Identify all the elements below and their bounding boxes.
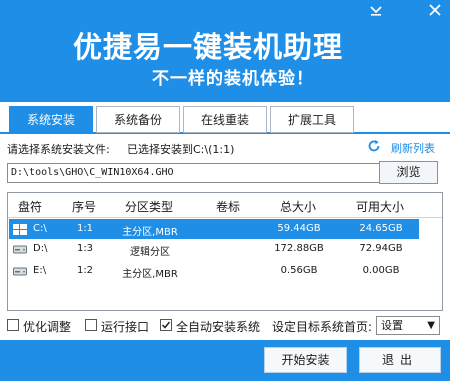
selection-prompt: 请选择系统安装文件: [7, 143, 110, 156]
partition-row[interactable]: E:\ 1:2 主分区,MBR 0.56GB 0.00GB [9, 261, 419, 281]
optimize-checkbox[interactable] [7, 319, 19, 331]
cell-free: 72.94GB [359, 243, 403, 254]
partition-table: 盘符 序号 分区类型 卷标 总大小 可用大小 C:\ 1:1 主分区,MBR 5… [7, 192, 443, 311]
column-header-index: 序号 [71, 200, 96, 214]
column-header-free: 可用大小 [355, 200, 404, 214]
cell-free: 0.00GB [362, 265, 400, 276]
tab-extension-tools[interactable]: 扩展工具 [270, 106, 354, 133]
refresh-list-label: 刷新列表 [391, 142, 435, 155]
browse-button[interactable]: 浏览 [379, 161, 438, 184]
cell-type: 主分区,MBR [122, 227, 178, 238]
column-header-type: 分区类型 [124, 200, 173, 214]
image-path-combobox[interactable]: D:\tools\GHO\C_WIN10X64.GHO ▼ [7, 163, 402, 183]
cell-type: 逻辑分区 [130, 247, 170, 258]
cell-index: 1:3 [76, 243, 94, 254]
homepage-select-value: 设置 [381, 319, 403, 332]
cell-total: 0.56GB [280, 265, 318, 276]
cell-type: 主分区,MBR [122, 269, 178, 280]
optimize-label: 优化调整 [23, 320, 72, 334]
hard-drive-icon [13, 244, 27, 254]
partition-table-header: 盘符 序号 分区类型 卷标 总大小 可用大小 [8, 193, 442, 218]
start-install-button[interactable]: 开始安装 [264, 347, 347, 373]
column-header-label: 卷标 [215, 200, 240, 214]
cell-free: 24.65GB [359, 223, 403, 234]
tab-system-install[interactable]: 系统安装 [9, 106, 93, 133]
windows-drive-icon [13, 224, 27, 235]
homepage-select[interactable]: 设置 ▼ [376, 316, 440, 335]
homepage-label: 设定目标系统首页: [272, 320, 373, 334]
header-banner: 优捷易一键装机助理 不一样的装机体验！ [0, 0, 450, 102]
minimize-icon[interactable] [366, 3, 386, 19]
footer-bar: 开始安装 退出 [0, 340, 450, 381]
cell-index: 1:2 [76, 265, 94, 276]
column-header-total: 总大小 [279, 200, 316, 214]
partition-row[interactable]: C:\ 1:1 主分区,MBR 59.44GB 24.65GB [9, 219, 419, 239]
close-icon[interactable] [425, 3, 445, 19]
cell-index: 1:1 [76, 223, 94, 234]
app-window: 优捷易一键装机助理 不一样的装机体验！ 系统安装 系统备份 在线重装 扩展工具 … [0, 0, 450, 381]
cell-drive: E:\ [33, 265, 47, 276]
column-header-drive: 盘符 [17, 200, 42, 214]
hard-drive-icon [13, 266, 27, 276]
cell-total: 172.88GB [274, 243, 324, 254]
selection-status: 已选择安装到C:\(1:1) [127, 143, 235, 156]
image-path-value: D:\tools\GHO\C_WIN10X64.GHO [11, 167, 174, 178]
auto-install-checkbox[interactable] [160, 319, 172, 331]
cell-drive: D:\ [33, 243, 48, 254]
tab-online-reinstall[interactable]: 在线重装 [183, 106, 267, 133]
tab-system-backup[interactable]: 系统备份 [96, 106, 180, 133]
exit-button[interactable]: 退出 [359, 347, 441, 373]
chevron-down-icon[interactable]: ▼ [427, 317, 435, 334]
auto-install-label: 全自动安装系统 [176, 320, 261, 334]
cell-drive: C:\ [33, 223, 47, 234]
selection-row: 请选择系统安装文件: 已选择安装到C:\(1:1) 刷新列表 [7, 139, 443, 157]
cell-total: 59.44GB [277, 223, 321, 234]
app-subtitle: 不一样的装机体验！ [152, 69, 314, 89]
options-row: 优化调整 运行接口 全自动安装系统 设定目标系统首页: 设置 ▼ [7, 316, 443, 338]
run-interface-checkbox[interactable] [85, 319, 97, 331]
run-interface-label: 运行接口 [101, 320, 150, 334]
refresh-icon [367, 139, 383, 155]
partition-row[interactable]: D:\ 1:3 逻辑分区 172.88GB 72.94GB [9, 239, 419, 259]
app-title: 优捷易一键装机助理 [73, 30, 344, 64]
tab-bar: 系统安装 系统备份 在线重装 扩展工具 [0, 102, 450, 134]
